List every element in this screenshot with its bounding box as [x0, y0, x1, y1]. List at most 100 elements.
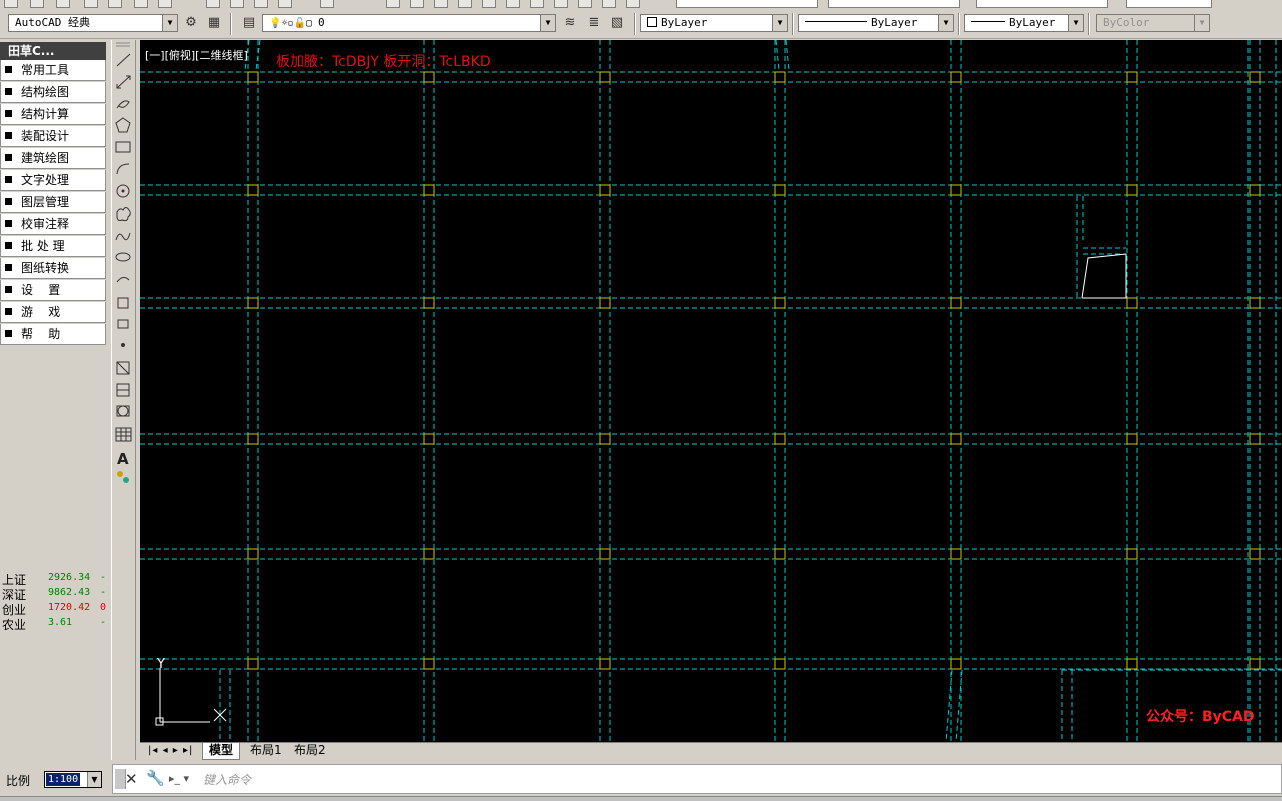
gear-icon[interactable]: ⚙: [182, 14, 200, 32]
panel-menu-item[interactable]: 装配设计: [0, 126, 106, 147]
chevron-down-icon[interactable]: ▼: [772, 15, 787, 31]
tool-icon[interactable]: [320, 0, 334, 8]
bullet-icon: [5, 88, 12, 95]
linetype-select[interactable]: ByLayer ▼: [798, 14, 954, 32]
column: [599, 297, 611, 309]
scale-label: 比例: [6, 774, 31, 788]
layer-previous-icon[interactable]: ≣: [585, 14, 603, 32]
command-input[interactable]: 键入命令: [203, 771, 251, 788]
workspace-select[interactable]: AutoCAD 经典 ▼: [8, 14, 178, 32]
lineweight-value: ByLayer: [1009, 16, 1056, 29]
tab-layout2[interactable]: 布局2: [288, 743, 332, 759]
tool-icon[interactable]: [626, 0, 640, 8]
tool-icon[interactable]: [554, 0, 568, 8]
tool-icon[interactable]: [4, 0, 18, 8]
tool-icon[interactable]: [506, 0, 520, 8]
tool-icon[interactable]: [206, 0, 220, 8]
wrench-icon[interactable]: 🔧: [146, 769, 165, 787]
tool-icon[interactable]: [254, 0, 268, 8]
tool-icon[interactable]: [386, 0, 400, 8]
tool-icon[interactable]: [108, 0, 122, 8]
column: [1249, 658, 1261, 670]
status-strip: [0, 796, 1282, 801]
column: [774, 71, 786, 83]
panel-menu-label: 装配设计: [21, 129, 70, 143]
color-value: ByLayer: [661, 16, 708, 29]
command-line[interactable]: ✕ 🔧 ▸_ ▾ 键入命令: [112, 764, 1282, 794]
panel-menu-item[interactable]: 设 置: [0, 280, 106, 301]
column: [950, 297, 962, 309]
panel-menu-item[interactable]: 批 处 理: [0, 236, 106, 257]
make-layer-current-icon[interactable]: ≋: [561, 14, 579, 32]
tool-icon[interactable]: [578, 0, 592, 8]
linetype-preview-icon: [805, 21, 867, 22]
combo-fragment[interactable]: [828, 0, 960, 8]
bullet-icon: [5, 330, 12, 337]
tool-icon[interactable]: [230, 0, 244, 8]
panel-menu-item[interactable]: 图层管理: [0, 192, 106, 213]
panel-menu-item[interactable]: 校审注释: [0, 214, 106, 235]
layer-manager-icon[interactable]: ▤: [240, 14, 258, 32]
workspace-settings-icon[interactable]: ▦: [205, 14, 223, 32]
column: [774, 548, 786, 560]
tab-nav-arrows[interactable]: |◂ ◂ ▸ ▸|: [142, 743, 199, 759]
tab-model[interactable]: 模型: [202, 743, 241, 760]
panel-menu-item[interactable]: 文字处理: [0, 170, 106, 191]
tool-icon[interactable]: [278, 0, 292, 8]
column: [950, 184, 962, 196]
tool-icon[interactable]: [56, 0, 70, 8]
column: [423, 184, 435, 196]
lineweight-preview-icon: [971, 21, 1005, 22]
combo-fragment[interactable]: [1126, 0, 1212, 8]
command-prompt-icon[interactable]: ▸_ ▾: [169, 772, 189, 785]
panel-menu-item[interactable]: 游 戏: [0, 302, 106, 323]
chevron-down-icon[interactable]: ▼: [162, 15, 177, 31]
panel-menu-item[interactable]: 图纸转换: [0, 258, 106, 279]
column: [423, 433, 435, 445]
panel-title: 田草C...: [0, 42, 106, 60]
close-icon[interactable]: ✕: [125, 770, 138, 788]
chevron-down-icon[interactable]: ▼: [87, 772, 101, 787]
tool-icon[interactable]: [410, 0, 424, 8]
panel-menu-label: 结构绘图: [21, 85, 70, 99]
panel-menu-item[interactable]: 结构计算: [0, 104, 106, 125]
tool-icon[interactable]: [482, 0, 496, 8]
tool-icon[interactable]: [134, 0, 148, 8]
column: [1249, 433, 1261, 445]
panel-menu-item[interactable]: 建筑绘图: [0, 148, 106, 169]
tool-icon[interactable]: [602, 0, 616, 8]
stock-change: -: [100, 617, 107, 628]
chevron-down-icon: ▼: [1194, 15, 1209, 31]
layer-select[interactable]: 💡☼▫🔓▢ 0 ▼: [262, 14, 556, 32]
chevron-down-icon[interactable]: ▼: [540, 15, 555, 31]
scale-select[interactable]: 1:100 ▼: [44, 771, 102, 788]
panel-menu-item[interactable]: 帮 助: [0, 324, 106, 345]
column: [774, 184, 786, 196]
color-swatch-icon: [647, 17, 657, 27]
panel-menu-item[interactable]: 常用工具: [0, 60, 106, 81]
drawing-canvas[interactable]: [140, 40, 1282, 742]
tool-icon[interactable]: [530, 0, 544, 8]
stock-name: 农业: [2, 618, 27, 632]
column: [247, 71, 259, 83]
tool-icon[interactable]: [30, 0, 44, 8]
tab-layout1[interactable]: 布局1: [244, 743, 288, 759]
column: [1126, 297, 1138, 309]
lineweight-select[interactable]: ByLayer ▼: [964, 14, 1084, 32]
tool-icon[interactable]: [458, 0, 472, 8]
layer-states-icon[interactable]: ▧: [608, 14, 626, 32]
chevron-down-icon[interactable]: ▼: [1068, 15, 1083, 31]
tool-icon[interactable]: [84, 0, 98, 8]
column: [423, 297, 435, 309]
stock-value: 2926.34: [48, 572, 91, 583]
viewport-label[interactable]: [一][俯视][二维线框]: [145, 47, 248, 63]
color-select[interactable]: ByLayer ▼: [640, 14, 788, 32]
chevron-down-icon[interactable]: ▼: [938, 15, 953, 31]
layout-tabs: |◂ ◂ ▸ ▸| 模型 布局1 布局2: [140, 742, 1282, 760]
panel-menu-item[interactable]: 结构绘图: [0, 82, 106, 103]
combo-fragment[interactable]: [976, 0, 1108, 8]
tool-icon[interactable]: [434, 0, 448, 8]
combo-fragment[interactable]: [676, 0, 818, 8]
tool-icon[interactable]: [158, 0, 172, 8]
panel-menu-label: 结构计算: [21, 107, 70, 121]
